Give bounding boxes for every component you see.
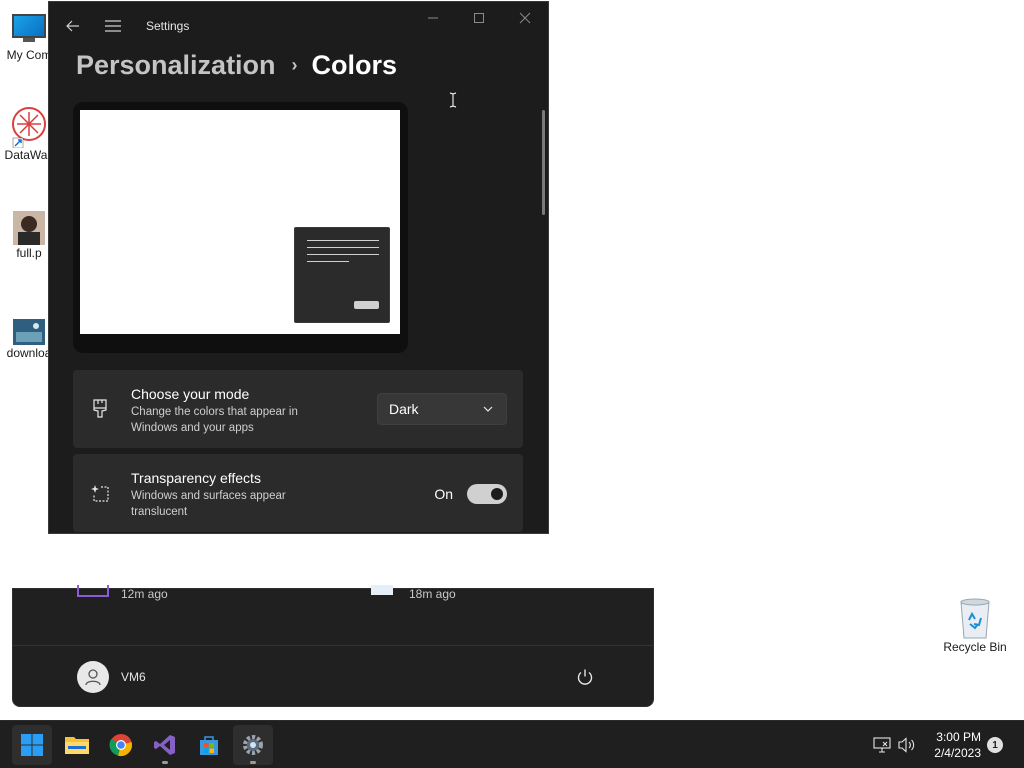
gear-icon	[243, 735, 263, 755]
image-file-icon	[13, 319, 45, 345]
scrollbar[interactable]	[542, 110, 545, 215]
computer-icon	[12, 14, 46, 44]
desktop-icon-recycle-bin[interactable]: Recycle Bin	[940, 596, 1010, 654]
folder-icon	[65, 737, 89, 754]
navigation-menu-button[interactable]	[101, 14, 125, 38]
taskbar-microsoft-store[interactable]	[189, 725, 229, 765]
recent-item-time: 12m ago	[121, 587, 168, 601]
divider	[13, 645, 653, 646]
visual-studio-file-icon	[77, 585, 109, 597]
transparency-sparkle-icon	[89, 482, 111, 504]
recent-item[interactable]: 12m ago	[77, 585, 168, 609]
taskbar: 3:00 PM 2/4/2023 1	[0, 720, 1024, 768]
mode-dropdown[interactable]: Dark	[377, 393, 507, 425]
taskbar-visual-studio[interactable]	[145, 725, 185, 765]
chevron-down-icon	[483, 406, 493, 412]
recycle-bin-icon	[960, 598, 990, 639]
close-icon	[519, 12, 531, 24]
image-file-icon	[13, 211, 45, 245]
store-icon	[200, 736, 218, 755]
visual-studio-icon	[154, 735, 175, 755]
start-menu: 12m ago 18m ago VM6	[12, 585, 654, 707]
page-title: Colors	[311, 50, 398, 80]
breadcrumb-separator: ›	[291, 55, 298, 75]
taskbar-chrome[interactable]	[101, 725, 141, 765]
setting-title: Choose your mode	[131, 386, 250, 402]
theme-preview	[73, 102, 408, 353]
power-icon	[577, 669, 593, 685]
choose-mode-setting: Choose your mode Change the colors that …	[73, 370, 523, 448]
recent-item-time: 18m ago	[409, 587, 456, 601]
setting-description: Change the colors that appear in Windows…	[131, 406, 298, 434]
hamburger-menu-icon	[105, 20, 121, 32]
avatar	[77, 661, 109, 693]
transparency-toggle[interactable]	[467, 484, 507, 504]
notification-badge[interactable]: 1	[987, 737, 1003, 753]
minimize-icon	[428, 17, 438, 19]
clock-time: 3:00 PM	[936, 730, 981, 744]
desktop-icon-label: Recycle Bin	[943, 640, 1007, 654]
user-account-button[interactable]: VM6	[77, 661, 146, 693]
system-clock[interactable]: 3:00 PM 2/4/2023	[934, 729, 981, 761]
paintbrush-icon	[89, 398, 111, 420]
chrome-icon	[109, 734, 132, 756]
maximize-button[interactable]	[456, 6, 502, 30]
toggle-state-label: On	[434, 486, 453, 502]
transparency-effects-setting: Transparency effects Windows and surface…	[73, 454, 523, 532]
volume-icon[interactable]	[897, 735, 917, 755]
setting-description: Windows and surfaces appear translucent	[131, 490, 286, 518]
back-arrow-icon	[66, 20, 79, 32]
title-bar[interactable]: Settings	[49, 2, 548, 50]
maximize-icon	[474, 13, 484, 23]
text-cursor-icon	[449, 92, 457, 108]
mode-dropdown-value: Dark	[389, 401, 419, 417]
minimize-button[interactable]	[410, 6, 456, 30]
document-icon	[371, 585, 393, 595]
taskbar-file-explorer[interactable]	[57, 725, 97, 765]
breadcrumb: Personalization › Colors	[76, 50, 397, 81]
user-name: VM6	[121, 670, 146, 684]
setting-title: Transparency effects	[131, 470, 261, 486]
network-icon[interactable]	[872, 735, 892, 755]
clock-date: 2/4/2023	[934, 746, 981, 760]
taskbar-settings[interactable]	[233, 725, 273, 765]
start-button[interactable]	[12, 725, 52, 765]
recent-item[interactable]: 18m ago	[371, 585, 456, 609]
person-icon	[85, 669, 101, 686]
windows-logo-icon	[21, 734, 43, 756]
datawac-icon	[12, 107, 46, 148]
back-button[interactable]	[61, 14, 85, 38]
window-preview	[294, 227, 390, 323]
settings-window: Settings Personalization › Colors Choose…	[48, 1, 549, 534]
close-button[interactable]	[502, 6, 548, 30]
power-button[interactable]	[573, 665, 597, 689]
breadcrumb-parent[interactable]: Personalization	[76, 50, 276, 81]
window-title: Settings	[146, 19, 190, 33]
